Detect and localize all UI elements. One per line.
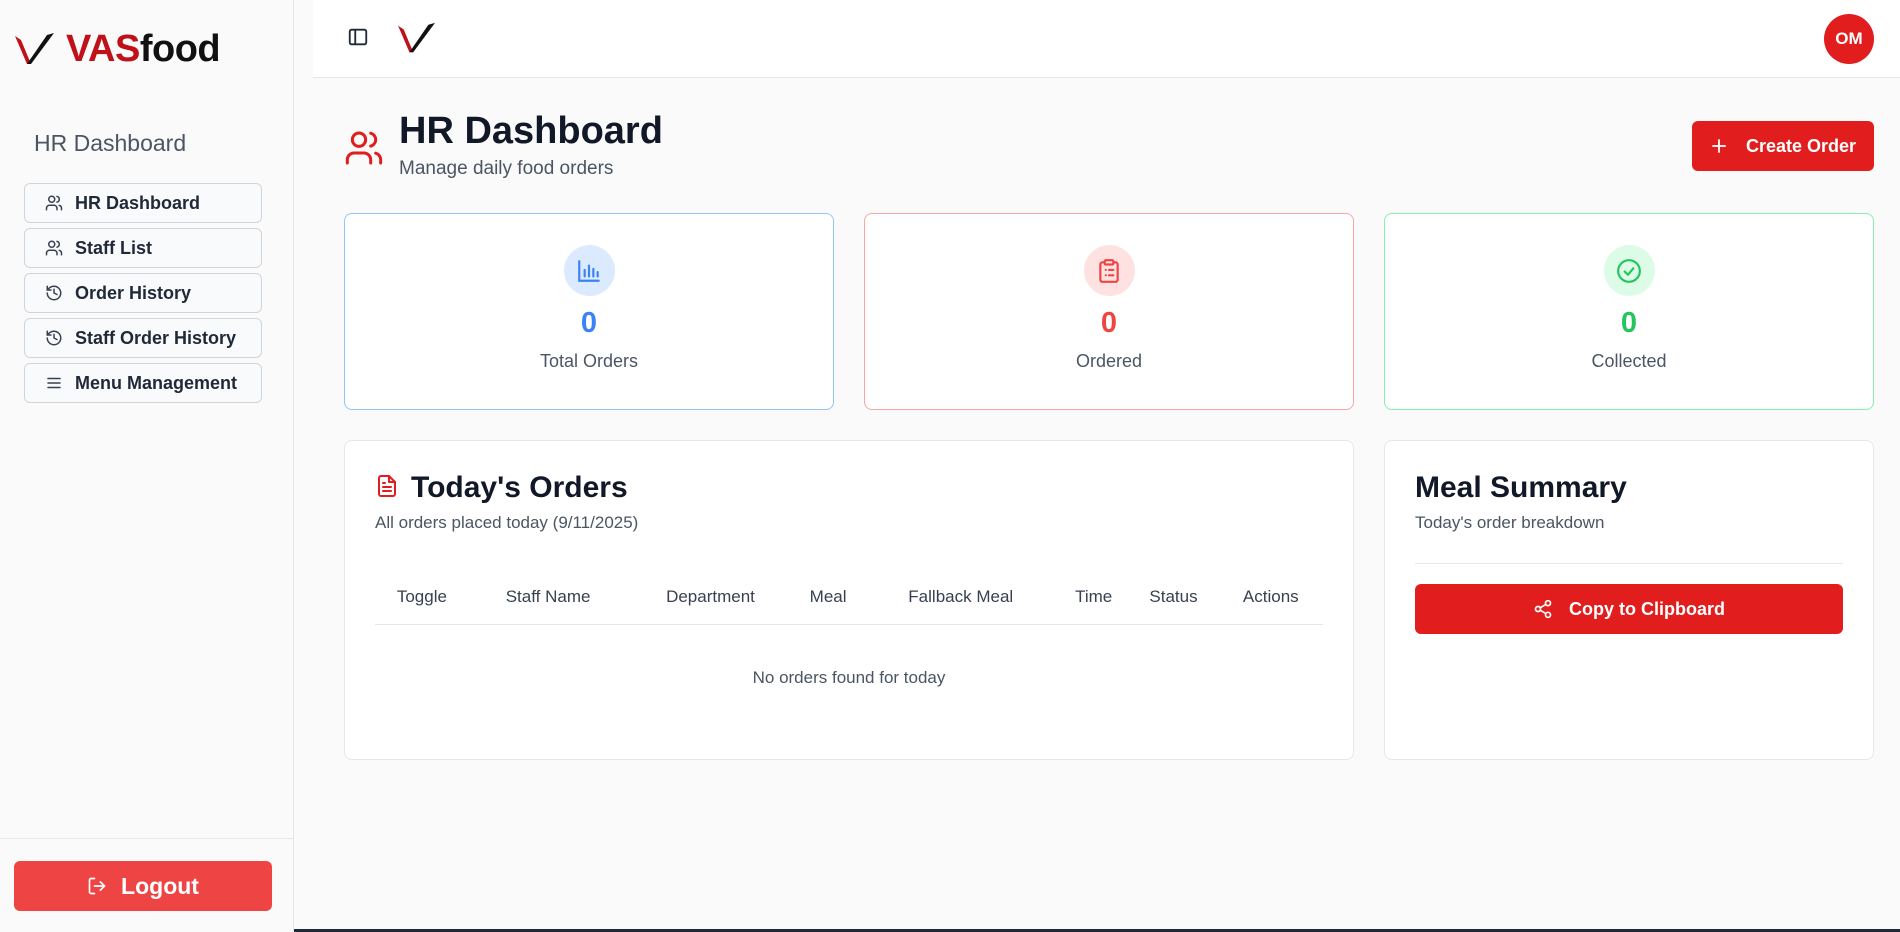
orders-table: Toggle Staff Name Department Meal Fallba… — [375, 571, 1323, 732]
brand-name: VASfood — [66, 28, 221, 70]
history-icon — [46, 330, 62, 346]
sidebar-item-label: Staff List — [75, 237, 153, 258]
bar-chart-icon — [578, 259, 600, 282]
orders-subtitle: All orders placed today (9/11/2025) — [375, 513, 639, 532]
copy-to-clipboard-button[interactable]: Copy to Clipboard — [1415, 584, 1843, 634]
table-header-row: Toggle Staff Name Department Meal Fallba… — [375, 571, 1323, 625]
menu-icon — [47, 377, 61, 389]
users-icon — [345, 131, 383, 165]
sidebar-item-label: Order History — [75, 282, 192, 303]
empty-state-text: No orders found for today — [752, 668, 946, 688]
summary-subtitle: Today's order breakdown — [1415, 513, 1605, 532]
column-header-time[interactable]: Time — [1058, 571, 1129, 625]
orders-title: Today's Orders — [411, 471, 628, 504]
stat-value: 0 — [1100, 307, 1118, 339]
document-icon — [378, 475, 396, 497]
stat-label: Ordered — [1075, 350, 1143, 371]
column-header-meal[interactable]: Meal — [793, 571, 863, 625]
column-header-actions: Actions — [1218, 571, 1323, 625]
plus-icon — [1712, 139, 1726, 153]
sidebar-footer-divider — [0, 838, 294, 839]
share-icon — [1534, 599, 1552, 619]
users-icon — [45, 240, 63, 256]
users-icon — [45, 195, 63, 211]
copy-label: Copy to Clipboard — [1569, 598, 1725, 619]
sidebar-item-label: Staff Order History — [75, 327, 237, 348]
logo-mark-icon — [15, 33, 54, 64]
stat-value: 0 — [580, 307, 598, 339]
stat-value: 0 — [1620, 307, 1638, 339]
stat-label: Total Orders — [539, 350, 639, 371]
sidebar-heading: HR Dashboard — [34, 130, 187, 156]
stat-icon-wrap — [1083, 245, 1135, 296]
user-avatar[interactable]: OM — [1824, 14, 1874, 64]
column-header-toggle[interactable]: Toggle — [375, 571, 469, 625]
sidebar-item-staff-list[interactable]: Staff List — [24, 228, 262, 268]
column-header-staff-name[interactable]: Staff Name — [468, 571, 628, 625]
sidebar: VASfood HR Dashboard HR Dashboard Staff … — [0, 0, 294, 932]
create-order-label: Create Order — [1745, 135, 1857, 156]
clipboard-icon — [1099, 258, 1119, 283]
stat-icon-wrap — [563, 245, 615, 296]
logout-icon — [88, 877, 106, 895]
column-header-fallback-meal[interactable]: Fallback Meal — [862, 571, 1059, 625]
top-bar: OM — [313, 0, 1900, 78]
column-header-status[interactable]: Status — [1128, 571, 1219, 625]
create-order-button[interactable]: Create Order — [1692, 121, 1874, 171]
stat-card-ordered: 0 Ordered — [864, 213, 1354, 410]
sidebar-item-order-history[interactable]: Order History — [24, 273, 262, 313]
logout-button[interactable]: Logout — [14, 861, 272, 911]
page-title: HR Dashboard — [399, 110, 663, 152]
empty-row: No orders found for today — [375, 624, 1323, 732]
meal-summary-card: Meal Summary Today's order breakdown Cop… — [1384, 440, 1874, 760]
sidebar-item-label: HR Dashboard — [75, 192, 201, 213]
sidebar-item-hr-dashboard[interactable]: HR Dashboard — [24, 183, 262, 223]
sidebar-nav: HR Dashboard Staff List Order History St… — [24, 183, 262, 403]
sidebar-item-menu-management[interactable]: Menu Management — [24, 363, 262, 403]
stat-icon-wrap — [1603, 245, 1655, 296]
sidebar-toggle-icon[interactable] — [347, 26, 369, 48]
brand-logo[interactable]: VASfood — [14, 28, 221, 70]
column-header-department[interactable]: Department — [627, 571, 794, 625]
logout-label: Logout — [121, 872, 199, 899]
divider — [1415, 563, 1843, 564]
sidebar-item-label: Menu Management — [75, 372, 238, 393]
stat-label: Collected — [1591, 350, 1667, 371]
logo-mark-icon[interactable] — [397, 20, 437, 56]
history-icon — [46, 285, 62, 301]
sidebar-item-staff-order-history[interactable]: Staff Order History — [24, 318, 262, 358]
stat-card-total-orders: 0 Total Orders — [344, 213, 834, 410]
summary-title: Meal Summary — [1415, 471, 1627, 504]
stat-card-collected: 0 Collected — [1384, 213, 1874, 410]
page-subtitle: Manage daily food orders — [399, 158, 614, 179]
todays-orders-card: Today's Orders All orders placed today (… — [344, 440, 1354, 760]
check-circle-icon — [1617, 258, 1641, 283]
